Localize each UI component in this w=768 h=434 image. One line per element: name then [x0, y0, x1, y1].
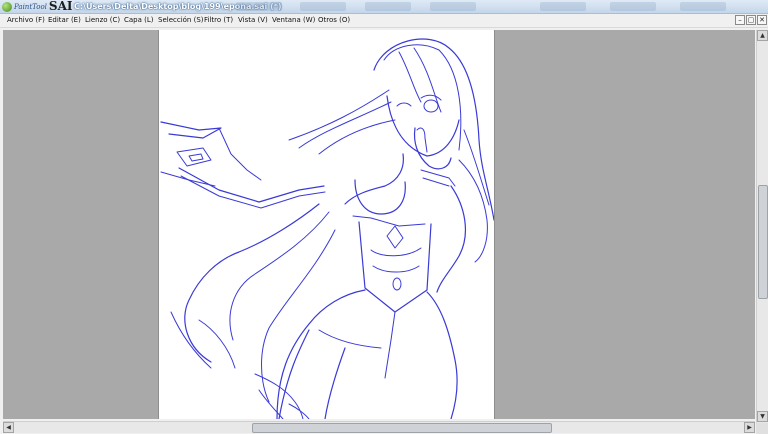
background-window-tab: [365, 2, 411, 11]
sketch-artwork: [160, 38, 494, 419]
background-window-tab: [236, 2, 282, 11]
restore-button[interactable]: ▢: [746, 15, 756, 25]
app-brand-large: SAI: [48, 0, 73, 13]
scrollbar-corner: [756, 423, 768, 434]
vertical-scroll-thumb[interactable]: [758, 185, 768, 299]
menu-archivo[interactable]: Archivo (F): [7, 15, 45, 26]
menu-seleccion[interactable]: Selección (S): [158, 15, 204, 26]
title-bar[interactable]: PaintTool SAI C:\Users\Delta\Desktop\blo…: [0, 0, 768, 14]
scroll-down-button[interactable]: ▼: [757, 411, 768, 422]
menu-bar: Archivo (F) Editar (E) Lienzo (C) Capa (…: [0, 14, 768, 28]
scroll-right-button[interactable]: ▶: [744, 422, 755, 433]
vertical-scrollbar[interactable]: ▲ ▼: [756, 30, 768, 423]
menu-editar[interactable]: Editar (E): [48, 15, 81, 26]
background-window-tab: [610, 2, 656, 11]
menu-filtro[interactable]: Filtro (T): [204, 15, 233, 26]
workspace[interactable]: [3, 30, 755, 419]
minimize-button[interactable]: –: [735, 15, 745, 25]
background-window-tab: [430, 2, 476, 11]
app-logo: PaintTool SAI: [2, 0, 73, 13]
menu-vista[interactable]: Vista (V): [238, 15, 268, 26]
menu-otros[interactable]: Otros (O): [318, 15, 350, 26]
menu-capa[interactable]: Capa (L): [124, 15, 154, 26]
scroll-left-button[interactable]: ◀: [3, 422, 14, 433]
menu-ventana[interactable]: Ventana (W): [272, 15, 315, 26]
horizontal-scroll-thumb[interactable]: [252, 423, 552, 433]
close-button[interactable]: ✕: [757, 15, 767, 25]
background-window-tab: [540, 2, 586, 11]
app-brand-small: PaintTool: [14, 2, 47, 11]
drawing-canvas[interactable]: [158, 30, 495, 419]
scroll-up-button[interactable]: ▲: [757, 30, 768, 41]
background-window-tab: [680, 2, 726, 11]
background-window-tab: [300, 2, 346, 11]
leaf-icon: [2, 1, 12, 12]
horizontal-scrollbar[interactable]: ◀ ▶: [3, 421, 755, 433]
menu-lienzo[interactable]: Lienzo (C): [85, 15, 120, 26]
